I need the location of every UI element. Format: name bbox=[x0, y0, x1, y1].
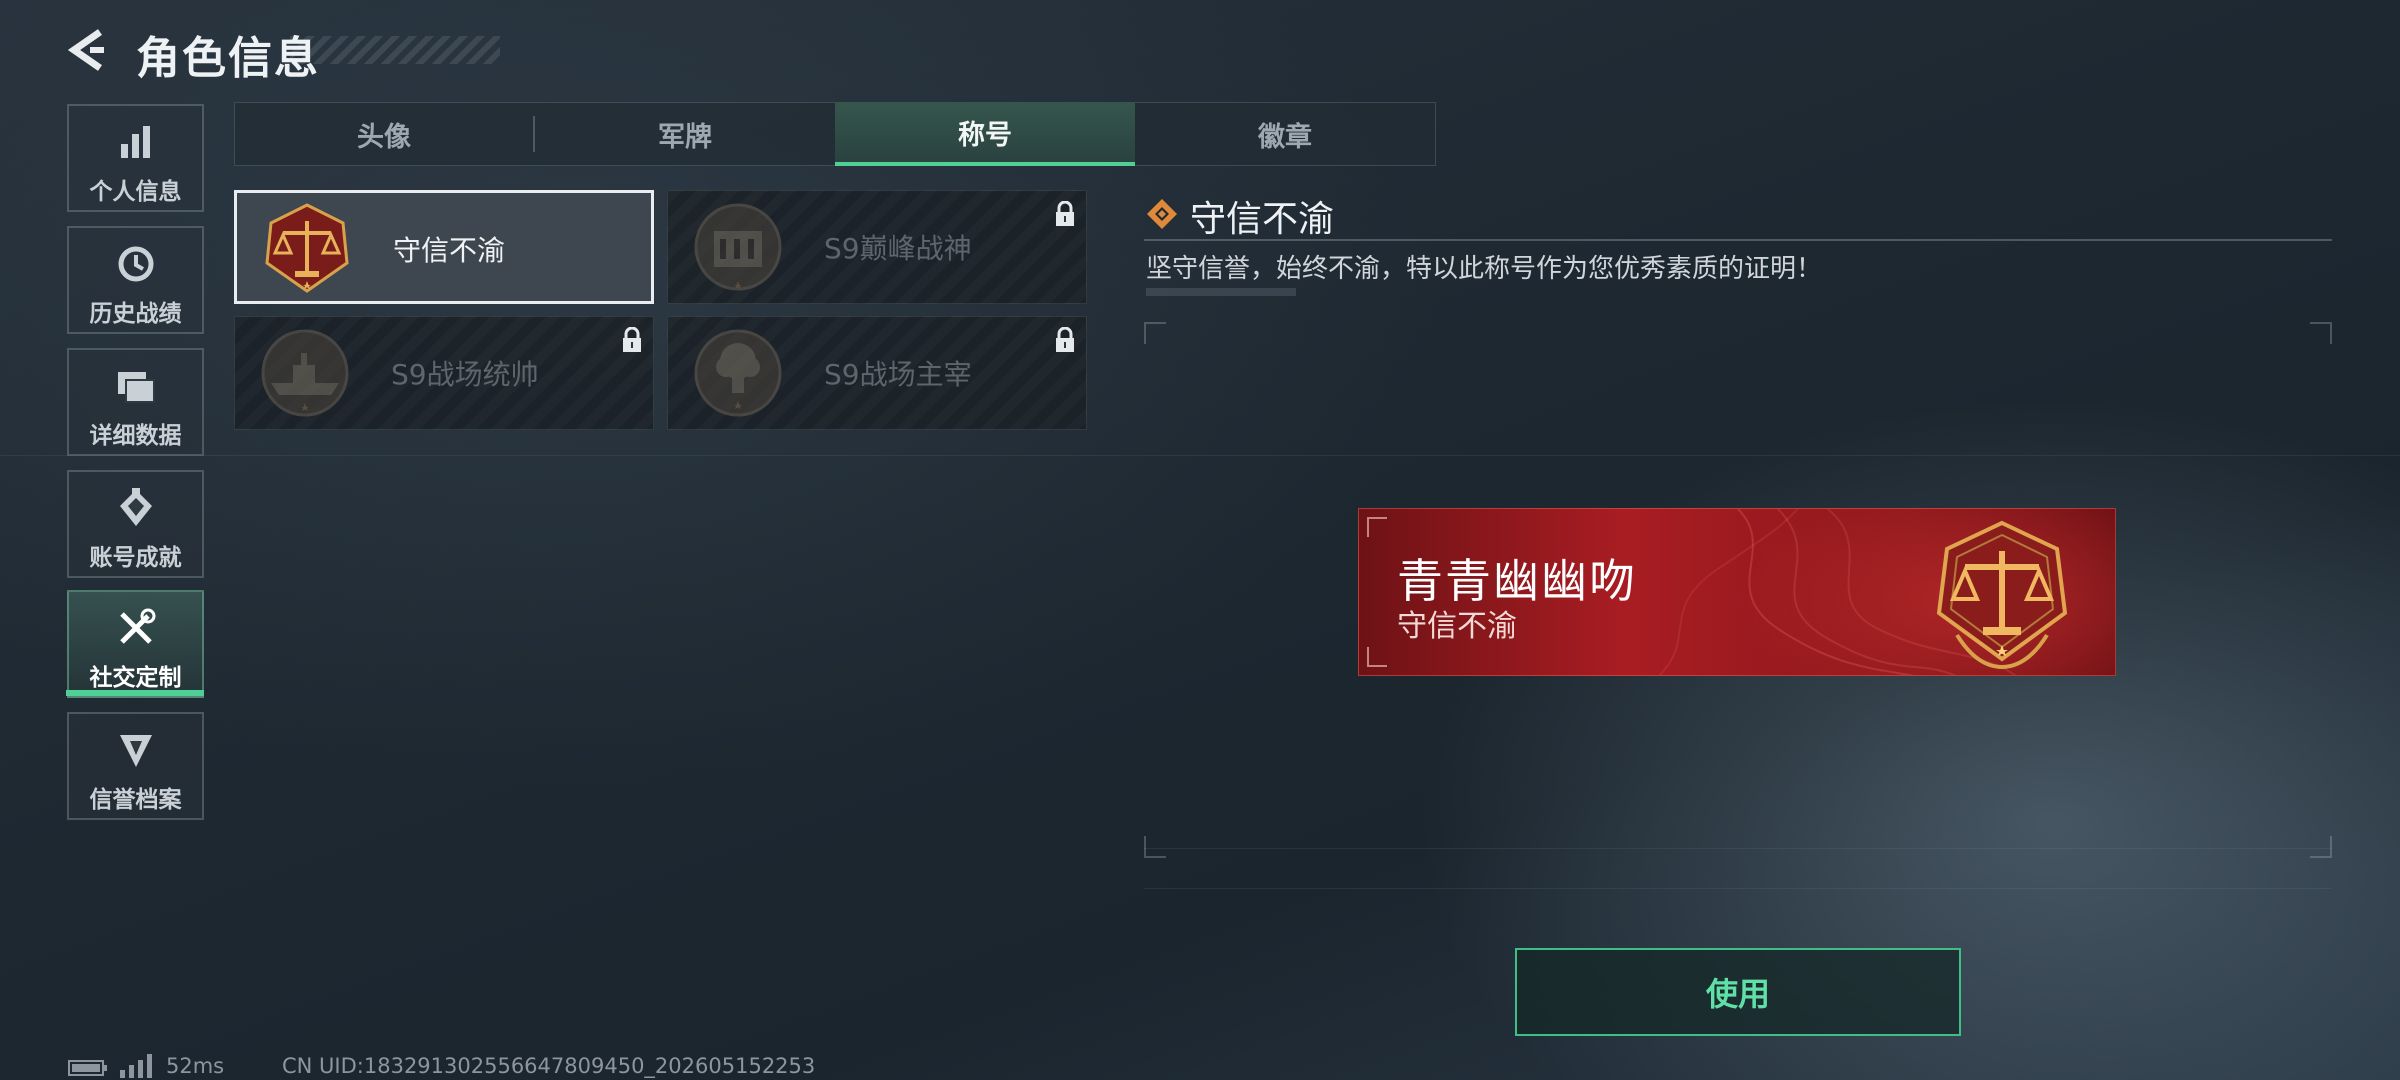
explosion-emblem-icon bbox=[694, 329, 782, 417]
tab-badge[interactable]: 徽章 bbox=[1135, 102, 1435, 166]
tab-title[interactable]: 称号 bbox=[835, 102, 1135, 166]
title-card-s9-commander[interactable]: S9战场统帅 bbox=[234, 316, 654, 430]
sidebar-active-indicator bbox=[66, 690, 204, 696]
frame-corner bbox=[1144, 322, 1166, 344]
sidebar-item-label: 账号成就 bbox=[89, 545, 182, 571]
sidebar-item-label: 社交定制 bbox=[89, 665, 182, 691]
sidebar-item-social-custom[interactable]: 社交定制 bbox=[67, 590, 204, 698]
use-button[interactable]: 使用 bbox=[1515, 948, 1961, 1036]
lock-icon bbox=[1056, 327, 1074, 352]
diamond-icon bbox=[1147, 199, 1177, 229]
fortress-emblem-icon bbox=[694, 203, 782, 291]
scales-emblem-icon bbox=[265, 203, 349, 293]
frame-corner bbox=[1367, 517, 1387, 537]
warship-emblem-icon bbox=[261, 329, 349, 417]
battery-icon bbox=[68, 1060, 107, 1076]
background-line bbox=[1144, 848, 2332, 849]
title-card-s9-peak[interactable]: S9巅峰战神 bbox=[667, 190, 1087, 304]
back-arrow-icon[interactable] bbox=[64, 26, 112, 74]
ping-readout: 52ms bbox=[166, 1054, 225, 1078]
scales-emblem-icon bbox=[1936, 520, 2068, 670]
sidebar-item-achievements[interactable]: 账号成就 bbox=[67, 470, 204, 578]
sidebar-item-label: 详细数据 bbox=[89, 423, 182, 449]
sidebar-item-history[interactable]: 历史战绩 bbox=[67, 226, 204, 334]
title-card-shouxin[interactable]: 守信不渝 bbox=[234, 190, 654, 304]
frame-corner bbox=[1144, 836, 1166, 858]
title-card-s9-dominator[interactable]: S9战场主宰 bbox=[667, 316, 1087, 430]
decorative-bar bbox=[1146, 288, 1296, 296]
folder-icon bbox=[69, 364, 202, 408]
page-title: 角色信息 bbox=[136, 33, 320, 84]
frame-corner bbox=[1367, 647, 1387, 667]
title-decoration bbox=[290, 36, 500, 64]
background-line bbox=[0, 455, 2400, 456]
title-card-name: S9战场统帅 bbox=[391, 358, 539, 391]
user-uid: CN UID:183291302556647809450_20260515225… bbox=[282, 1054, 816, 1078]
title-card-name: S9巅峰战神 bbox=[824, 232, 972, 265]
achievement-icon bbox=[69, 486, 202, 530]
sidebar-item-credit-record[interactable]: 信誉档案 bbox=[67, 712, 204, 820]
sidebar-item-label: 信誉档案 bbox=[89, 787, 182, 813]
divider bbox=[1144, 239, 2332, 241]
title-card-name: 守信不渝 bbox=[393, 234, 506, 267]
signal-icon bbox=[120, 1054, 152, 1078]
credit-icon bbox=[69, 728, 202, 772]
lock-icon bbox=[1056, 201, 1074, 226]
tools-icon bbox=[69, 606, 202, 650]
lock-icon bbox=[623, 327, 641, 352]
frame-corner bbox=[2310, 836, 2332, 858]
player-title: 守信不渝 bbox=[1397, 609, 1517, 644]
sidebar-item-personal-info[interactable]: 个人信息 bbox=[67, 104, 204, 212]
history-icon bbox=[69, 242, 202, 286]
title-preview-plate: 青青幽幽吻 守信不渝 bbox=[1358, 508, 2116, 676]
sidebar-item-label: 历史战绩 bbox=[89, 301, 182, 327]
tab-dog-tag[interactable]: 军牌 bbox=[535, 102, 835, 166]
background-line bbox=[1144, 888, 2332, 889]
detail-description: 坚守信誉，始终不渝，特以此称号作为您优秀素质的证明！ bbox=[1146, 254, 1823, 284]
frame-corner bbox=[2310, 322, 2332, 344]
sidebar-item-label: 个人信息 bbox=[89, 179, 182, 205]
tab-avatar[interactable]: 头像 bbox=[234, 102, 534, 166]
title-card-name: S9战场主宰 bbox=[824, 358, 972, 391]
sidebar-item-detailed-data[interactable]: 详细数据 bbox=[67, 348, 204, 456]
detail-title: 守信不渝 bbox=[1190, 199, 1335, 240]
bar-chart-icon bbox=[69, 120, 202, 164]
